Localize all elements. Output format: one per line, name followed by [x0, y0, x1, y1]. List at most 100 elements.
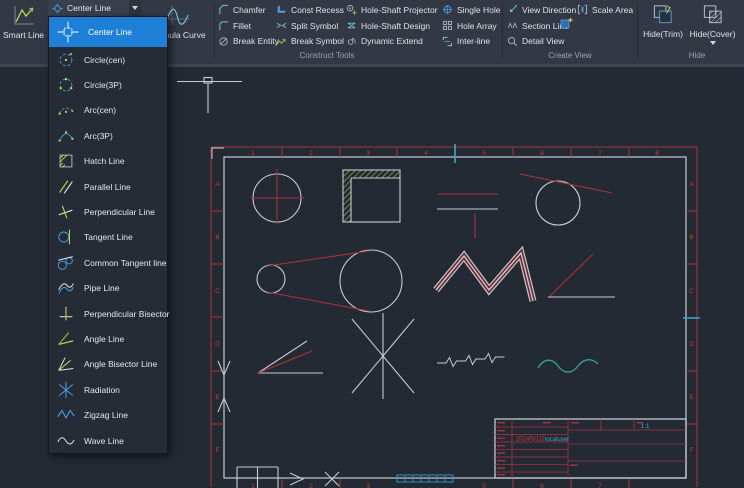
dropdown-item-circle-3p[interactable]: Circle(3P)	[49, 72, 167, 97]
entity-angle-bisector-demo[interactable]	[258, 341, 323, 373]
svg-text:C: C	[215, 288, 220, 295]
svg-text:5: 5	[482, 483, 486, 488]
split-symbol-button[interactable]: Split Symbol	[274, 18, 346, 34]
single-hole-icon	[442, 4, 453, 15]
entity-pipe-line-demo[interactable]	[436, 253, 533, 301]
dropdown-caret-icon[interactable]	[129, 0, 141, 16]
dropdown-item-zigzag-line[interactable]: Zigzag Line	[49, 402, 167, 427]
bottom-cross-mark	[325, 472, 339, 486]
clipped-right-button[interactable]	[739, 0, 744, 62]
scale-area-new-button[interactable]	[560, 17, 574, 31]
dropdown-item-perpendicular-bisector[interactable]: Perpendicular Bisector	[49, 301, 167, 326]
hole-shaft-design-icon	[346, 20, 357, 31]
break-symbol-icon	[276, 36, 287, 47]
title-block-author: localuser	[545, 437, 569, 443]
svg-text:6: 6	[540, 150, 544, 157]
inter-line-button[interactable]: Inter-line	[440, 34, 502, 50]
entity-zigzag-line-demo[interactable]	[437, 354, 505, 367]
center-line-dropdown-header[interactable]: Center Line	[48, 0, 141, 16]
angle-line-icon	[56, 329, 76, 349]
svg-text:1: 1	[251, 150, 255, 157]
radiation-icon	[56, 380, 76, 400]
entity-wave-line-demo[interactable]	[538, 360, 598, 372]
hole-array-button[interactable]: Hole Array	[440, 18, 502, 34]
smart-line-button[interactable]: Smart Line	[0, 0, 47, 62]
dropdown-item-angle-bisector-line[interactable]: Angle Bisector Line	[49, 352, 167, 377]
title-block[interactable]: 2024/5/11 localuser 1:1	[495, 419, 686, 478]
dropdown-item-common-tangent-line[interactable]: Common Tangent line	[49, 250, 167, 275]
construct-tools-group-label: Construct Tools	[216, 51, 438, 60]
svg-text:D: D	[689, 341, 694, 348]
break-entity-button[interactable]: Break Entity	[216, 34, 281, 50]
smart-line-label: Smart Line	[3, 30, 44, 40]
scale-area-button[interactable]: Scale Area	[575, 2, 635, 18]
dropdown-item-parallel-line[interactable]: Parallel Line	[49, 174, 167, 199]
center-line-icon	[56, 20, 80, 44]
view-direction-button[interactable]: View Direction	[505, 2, 578, 18]
dropdown-item-circle-cen[interactable]: Circle(cen)	[49, 47, 167, 72]
dropdown-item-angle-line[interactable]: Angle Line	[49, 326, 167, 351]
svg-text:3: 3	[366, 483, 370, 488]
dropdown-item-pipe-line[interactable]: Pipe Line	[49, 276, 167, 301]
chamfer-button[interactable]: Chamfer	[216, 2, 281, 18]
dropdown-item-arc-cen[interactable]: Arc(cen)	[49, 98, 167, 123]
hole-array-icon	[442, 20, 453, 31]
sheet-frame: 12 34 56 78 AB CD EF A	[211, 144, 700, 488]
svg-text:7: 7	[598, 483, 602, 488]
svg-text:2: 2	[309, 483, 313, 488]
tangent-line-icon	[56, 227, 76, 247]
fillet-button[interactable]: Fillet	[216, 18, 281, 34]
split-symbol-icon	[276, 20, 287, 31]
entity-radiation-demo[interactable]	[352, 313, 414, 399]
entity-common-tangent-demo[interactable]	[257, 250, 402, 312]
hide-group-label: Hide	[640, 51, 744, 60]
entity-tangent-line-demo[interactable]	[520, 174, 612, 225]
circle-3p-icon	[56, 75, 76, 95]
dropdown-item-hatch-line[interactable]: Hatch Line	[49, 149, 167, 174]
single-hole-button[interactable]: Single Hole	[440, 2, 502, 18]
inter-line-icon	[442, 36, 453, 47]
angle-bisector-line-icon	[56, 354, 76, 374]
dropdown-item-arc-3p[interactable]: Arc(3P)	[49, 123, 167, 148]
svg-text:B: B	[215, 234, 219, 241]
svg-text:A: A	[689, 181, 694, 188]
detail-view-button[interactable]: Detail View	[505, 34, 578, 50]
hole-shaft-design-button[interactable]: Hole-Shaft Design	[344, 18, 440, 34]
dynamic-extend-icon	[346, 36, 357, 47]
break-symbol-button[interactable]: Break Symbol	[274, 34, 346, 50]
center-line-icon	[52, 3, 63, 14]
hole-shaft-projector-button[interactable]: Hole-Shaft Projector	[344, 2, 440, 18]
fillet-icon	[218, 20, 229, 31]
dropdown-item-wave-line[interactable]: Wave Line	[49, 428, 167, 453]
svg-text:8: 8	[655, 150, 659, 157]
hide-trim-icon	[651, 3, 675, 26]
hide-cover-caret-icon[interactable]	[710, 41, 716, 45]
entity-angle-line-demo[interactable]	[548, 254, 615, 297]
scale-area-new-icon	[560, 17, 573, 30]
center-line-header-label: Center Line	[67, 3, 125, 13]
entity-center-line-demo[interactable]	[251, 169, 304, 224]
hatch-line-icon	[56, 151, 76, 171]
entity-hatch-demo[interactable]	[343, 170, 400, 222]
bottom-arrow-mark	[290, 473, 303, 485]
hole-shaft-projector-icon	[346, 4, 357, 15]
dropdown-item-radiation[interactable]: Radiation	[49, 377, 167, 402]
svg-text:E: E	[215, 394, 220, 401]
entity-parallel-line-demo[interactable]	[437, 194, 498, 238]
svg-text:A: A	[215, 181, 220, 188]
circle-cen-icon	[56, 50, 76, 70]
break-entity-icon	[218, 36, 229, 47]
const-recess-button[interactable]: Const Recess	[274, 2, 346, 18]
entity-perpendicular-bisector-demo[interactable]	[177, 78, 242, 114]
chamfer-icon	[218, 4, 229, 15]
svg-text:F: F	[216, 447, 220, 454]
dynamic-extend-button[interactable]: Dynamic Extend	[344, 34, 440, 50]
dropdown-item-center-line[interactable]: Center Line	[49, 17, 167, 47]
title-block-date: 2024/5/11	[516, 437, 543, 443]
dropdown-item-perpendicular-line[interactable]: Perpendicular Line	[49, 199, 167, 224]
dropdown-item-tangent-line[interactable]: Tangent Line	[49, 225, 167, 250]
wave-line-icon	[56, 431, 76, 451]
arc-cen-icon	[56, 100, 76, 120]
group-divider	[214, 4, 215, 58]
formula-curve-icon	[165, 3, 191, 27]
